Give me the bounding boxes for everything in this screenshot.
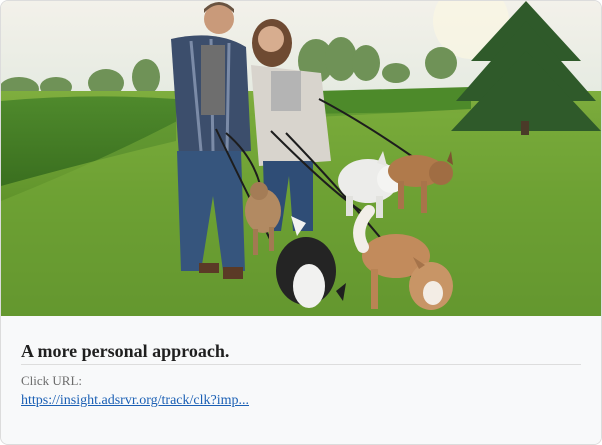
click-url-link[interactable]: https://insight.adsrvr.org/track/clk?imp… (21, 392, 249, 410)
ad-preview-card: A more personal approach. Click URL: htt… (0, 0, 602, 445)
click-url-label: Click URL: (21, 373, 83, 388)
divider (21, 364, 581, 365)
card-body: A more personal approach. Click URL: htt… (1, 316, 601, 444)
hero-image[interactable] (1, 1, 601, 316)
card-title: A more personal approach. (21, 341, 230, 361)
